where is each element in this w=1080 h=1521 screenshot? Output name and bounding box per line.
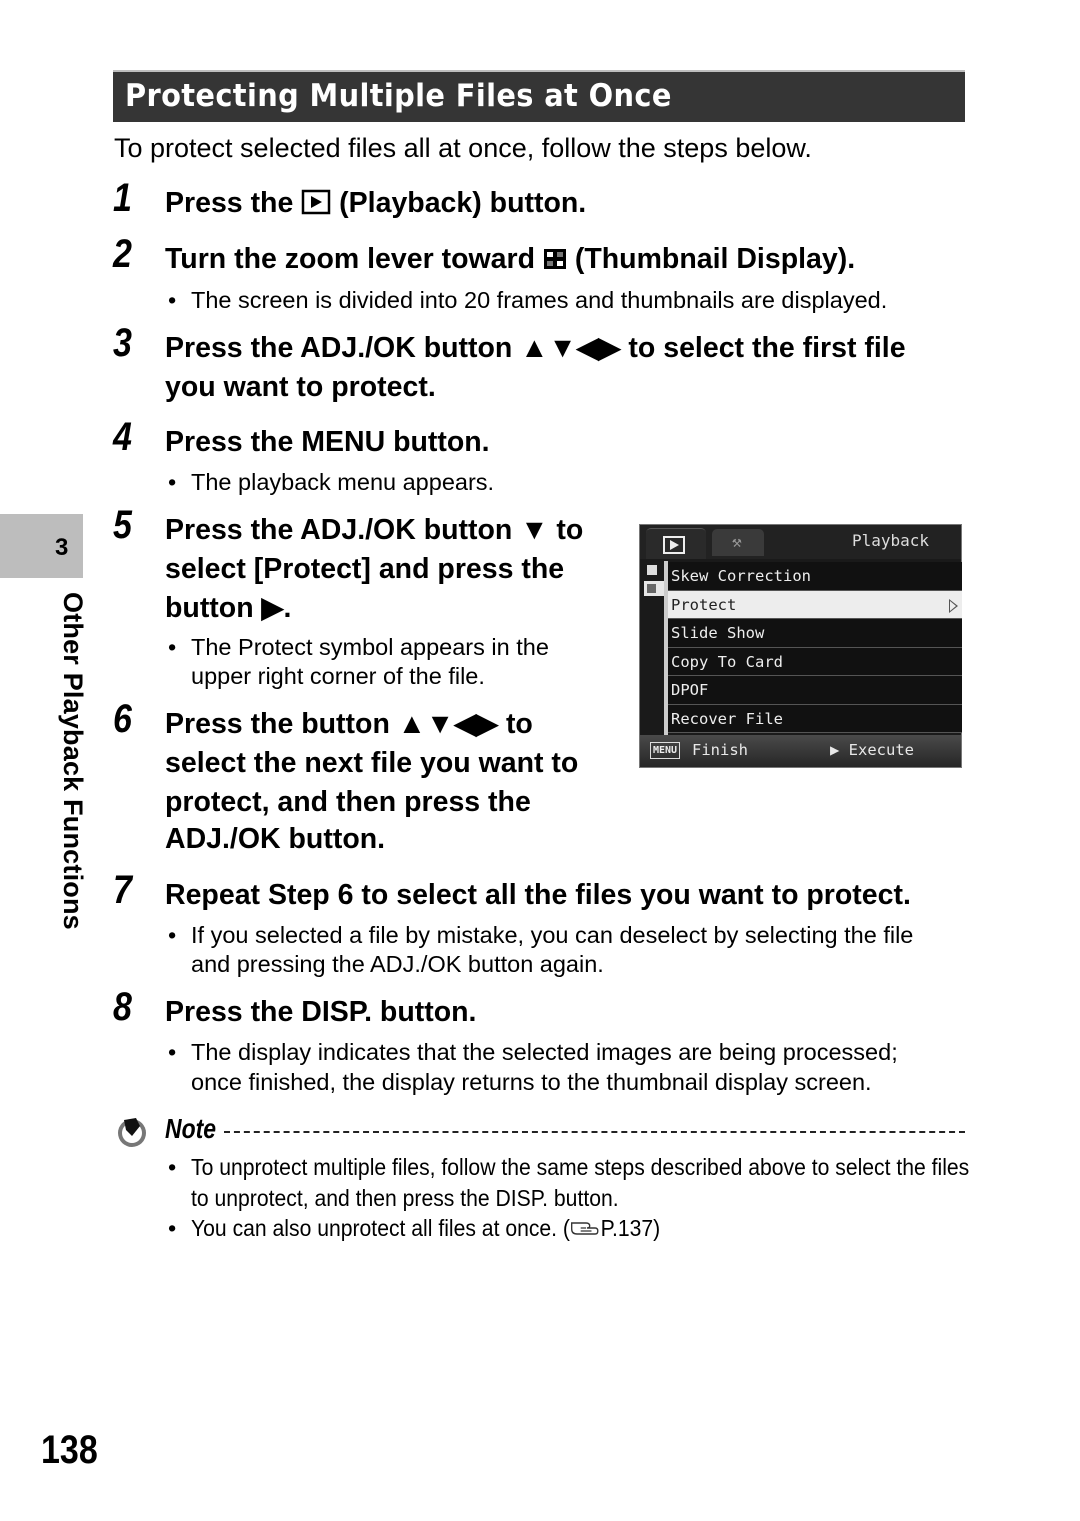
menu-item-recover-file: Recover File [668,704,962,733]
step-5-line-3: button ▶. [165,592,292,624]
menu-item-dpof: DPOF [668,676,962,705]
execute-label: ▶ Execute [830,741,914,759]
bullet-text: The Protect symbol appears in the [191,634,549,660]
page-square-icon [647,565,657,575]
bullet-dot: • [168,634,177,660]
step-3-line-2: you want to protect. [165,371,436,403]
menu-key-icon: MENU [650,742,681,759]
step-number: 1 [113,176,132,220]
finish-label: Finish [692,741,748,759]
step-number: 7 [113,868,132,912]
bullet-dot: • [168,922,177,948]
step-line: Turn the zoom lever toward [165,243,536,275]
step-number: 4 [113,415,132,459]
note-icon [116,1116,148,1148]
step-6-line-4: ADJ./OK button. [165,823,386,855]
setup-tab: ⚒ [712,529,764,556]
bullet-text: once finished, the display returns to th… [191,1069,872,1095]
step-5-line-1: Press the ADJ./OK button ▼ to [165,514,584,546]
menu-item-protect: Protect [668,590,962,619]
step-number: 6 [113,697,132,741]
bullet-text: The display indicates that the selected … [191,1039,898,1065]
note-divider [224,1131,965,1133]
menu-tab-bar: ⚒ Playback [640,525,961,559]
bullet-dot: • [168,1215,177,1241]
current-page-indicator-icon [644,581,664,596]
section-header-bar: Protecting Multiple Files at Once [113,70,965,122]
step-number: 5 [113,503,132,547]
intro-text: To protect selected files all at once, f… [114,133,812,163]
playback-icon [663,536,685,554]
camera-playback-menu-screenshot: ⚒ Playback Skew Correction Protect Slide… [639,524,962,768]
playback-icon [301,187,331,226]
menu-item-copy-to-card: Copy To Card [668,647,962,676]
bullet-dot: • [168,287,177,313]
step-8-text: Press the DISP. button. [165,996,477,1028]
bullet-text: If you selected a file by mistake, you c… [191,922,914,948]
step-6-line-1: Press the button ▲▼◀▶ to [165,708,533,740]
playback-tab [646,528,706,559]
menu-footer: MENU Finish ▶ Execute [640,735,961,767]
step-number: 2 [113,232,132,276]
step-5-line-2: select [Protect] and press the [165,553,565,585]
menu-item-slide-show: Slide Show [668,619,962,648]
note-reference: You can also unprotect all files at once… [191,1213,660,1247]
step-number: 3 [113,321,132,365]
chapter-number: 3 [55,534,69,561]
step-6-line-2: select the next file you want to [165,747,579,779]
bullet-dot: • [168,1039,177,1065]
note-label: Note [165,1113,217,1144]
page-reference-link[interactable]: P.137) [601,1215,661,1241]
bullet-text: The screen is divided into 20 frames and… [191,287,888,313]
bullet-text: The playback menu appears. [191,469,495,495]
menu-item-skew-correction: Skew Correction [668,562,962,591]
bullet-dot: • [168,1154,177,1180]
chapter-tab: 3 [0,514,83,578]
step-line: (Thumbnail Display). [574,243,856,275]
step-4-text: Press the MENU button. [165,426,490,458]
step-7-text: Repeat Step 6 to select all the files yo… [165,879,911,911]
bullet-dot: • [168,469,177,495]
bullet-text: to unprotect, and then press the DISP. b… [191,1185,619,1211]
thumbnail-display-icon [543,243,567,282]
chevron-right-icon [949,598,958,613]
bullet-text: and pressing the ADJ./OK button again. [191,951,604,977]
step-number: 8 [113,985,132,1029]
bullet-text: To unprotect multiple files, follow the … [191,1154,970,1180]
step-1-text: Press the (Playback) button. [165,184,586,226]
bullet-text: You can also unprotect all files at once… [191,1215,570,1241]
step-line: (Playback) button. [339,187,587,219]
chapter-title: Other Playback Functions [58,592,88,930]
bullet-text: upper right corner of the file. [191,663,485,689]
step-3-line-1: Press the ADJ./OK button ▲▼◀▶ to select … [165,332,906,364]
step-6-line-3: protect, and then press the [165,786,531,818]
pointing-hand-reference-icon [570,1216,601,1247]
menu-item-list: Skew Correction Protect Slide Show Copy … [668,562,962,733]
step-line: Press the [165,187,294,219]
wrench-screwdriver-icon: ⚒ [732,532,742,551]
page-number: 138 [41,1428,98,1472]
menu-title: Playback [851,531,929,550]
menu-item-label: Protect [671,595,737,614]
section-title: Protecting Multiple Files at Once [125,78,672,114]
step-2-text: Turn the zoom lever toward (Thumbnail Di… [165,240,855,282]
